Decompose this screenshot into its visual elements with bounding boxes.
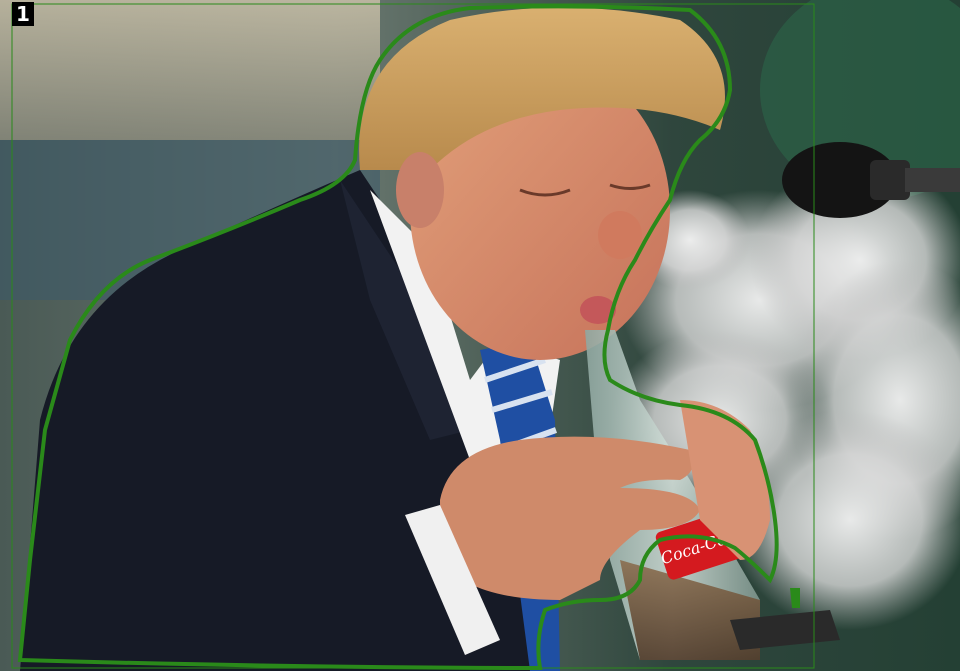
annotated-photo: Coca-Cola 1 — [0, 0, 960, 671]
annotation-label: 1 — [12, 2, 34, 26]
nose — [598, 211, 642, 259]
ear — [396, 152, 444, 228]
background-wall — [0, 0, 380, 140]
photo-canvas: Coca-Cola — [0, 0, 960, 671]
